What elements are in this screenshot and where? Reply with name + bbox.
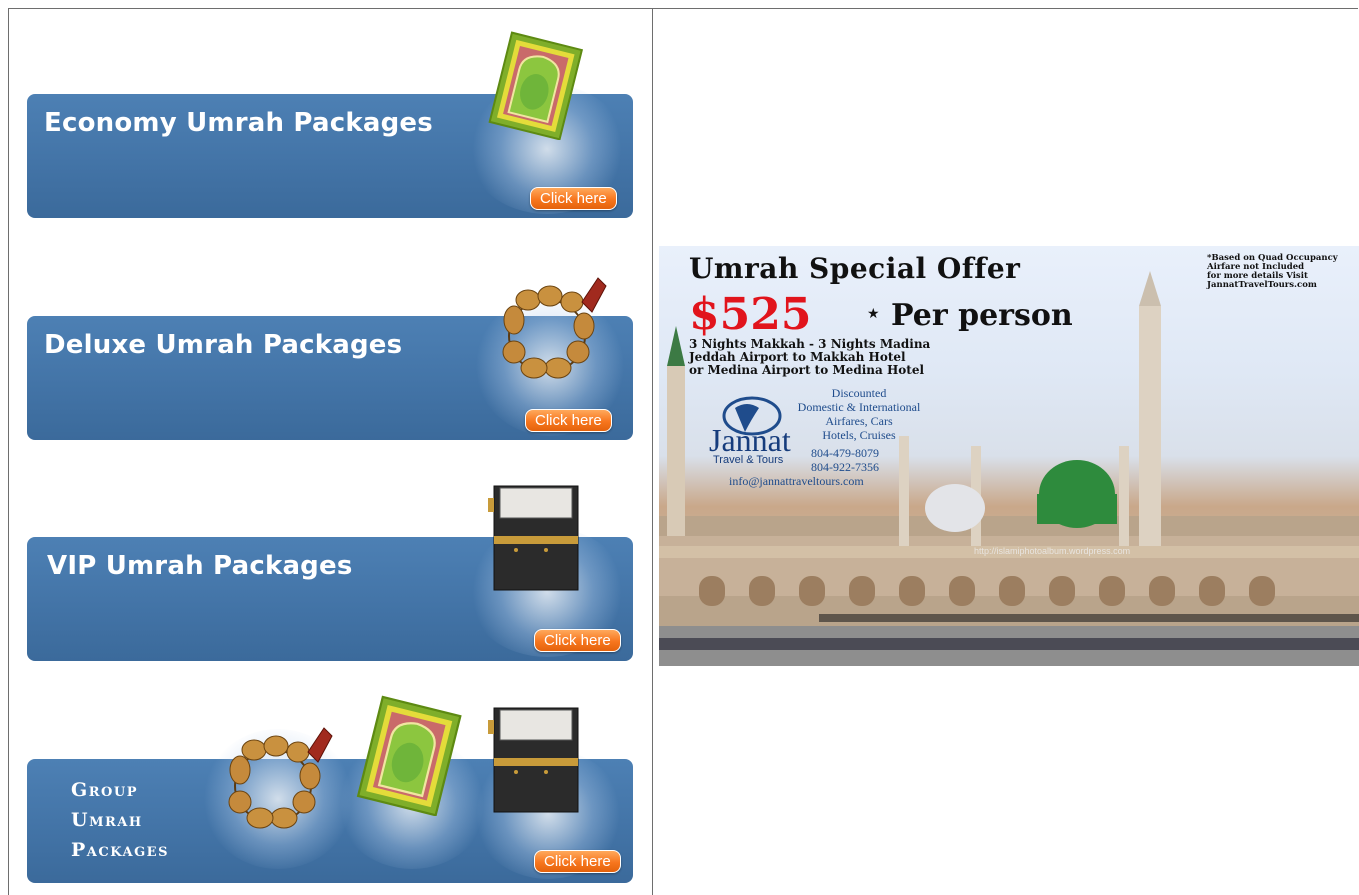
service-line: Hotels, Cruises [822,428,896,442]
column-divider [652,8,653,895]
footnote-line: JannatTravelTours.com [1207,280,1317,290]
offer-price: $525 [689,289,812,340]
phone-line: 804-479-8079 [811,446,879,460]
deluxe-click-button[interactable]: Click here [525,409,612,432]
group-click-button[interactable]: Click here [534,850,621,873]
package-title: Economy Umrah Packages [44,108,433,138]
offer-footnote: *Based on Quad Occupancy Airfare not Inc… [1207,254,1357,290]
offer-per-person: Per person [891,298,1073,333]
package-title: Deluxe Umrah Packages [44,330,403,360]
kaaba-icon [488,707,579,813]
service-line: Discounted [831,386,887,400]
prayer-rug-icon [356,695,462,816]
phone-line: 804-922-7356 [811,460,879,474]
umrah-offer-flyer[interactable]: Umrah Special Offer *Based on Quad Occup… [659,246,1359,666]
service-line: Domestic & International [797,400,921,414]
brand-subtitle: Travel & Tours [713,454,784,466]
group-title-line: Umrah [71,809,143,831]
prayer-rug-icon [488,31,584,140]
offer-title: Umrah Special Offer [689,252,1021,285]
offer-phones: 804-479-8079 804-922-7356 [811,446,879,474]
economy-click-button[interactable]: Click here [530,187,617,210]
package-title: VIP Umrah Packages [47,551,353,581]
prayer-beads-icon [228,727,333,829]
vip-click-button[interactable]: Click here [534,629,621,652]
photo-watermark: http://islamiphotoalbum.wordpress.com [974,546,1131,556]
offer-services: Discounted Domestic & International Airf… [779,386,939,442]
service-line: Airfares, Cars [825,414,893,428]
prayer-beads-icon [502,277,607,379]
group-title-line: Group [71,779,138,801]
star-icon: ★ [867,306,880,322]
offer-email: info@jannattraveltours.com [729,474,864,488]
group-title-line: Packages [71,839,169,861]
group-package-title: Group Umrah Packages [71,775,169,865]
offer-details: 3 Nights Makkah - 3 Nights Madina Jeddah… [689,338,930,377]
kaaba-icon [488,485,579,591]
detail-line: or Medina Airport to Medina Hotel [689,363,925,377]
